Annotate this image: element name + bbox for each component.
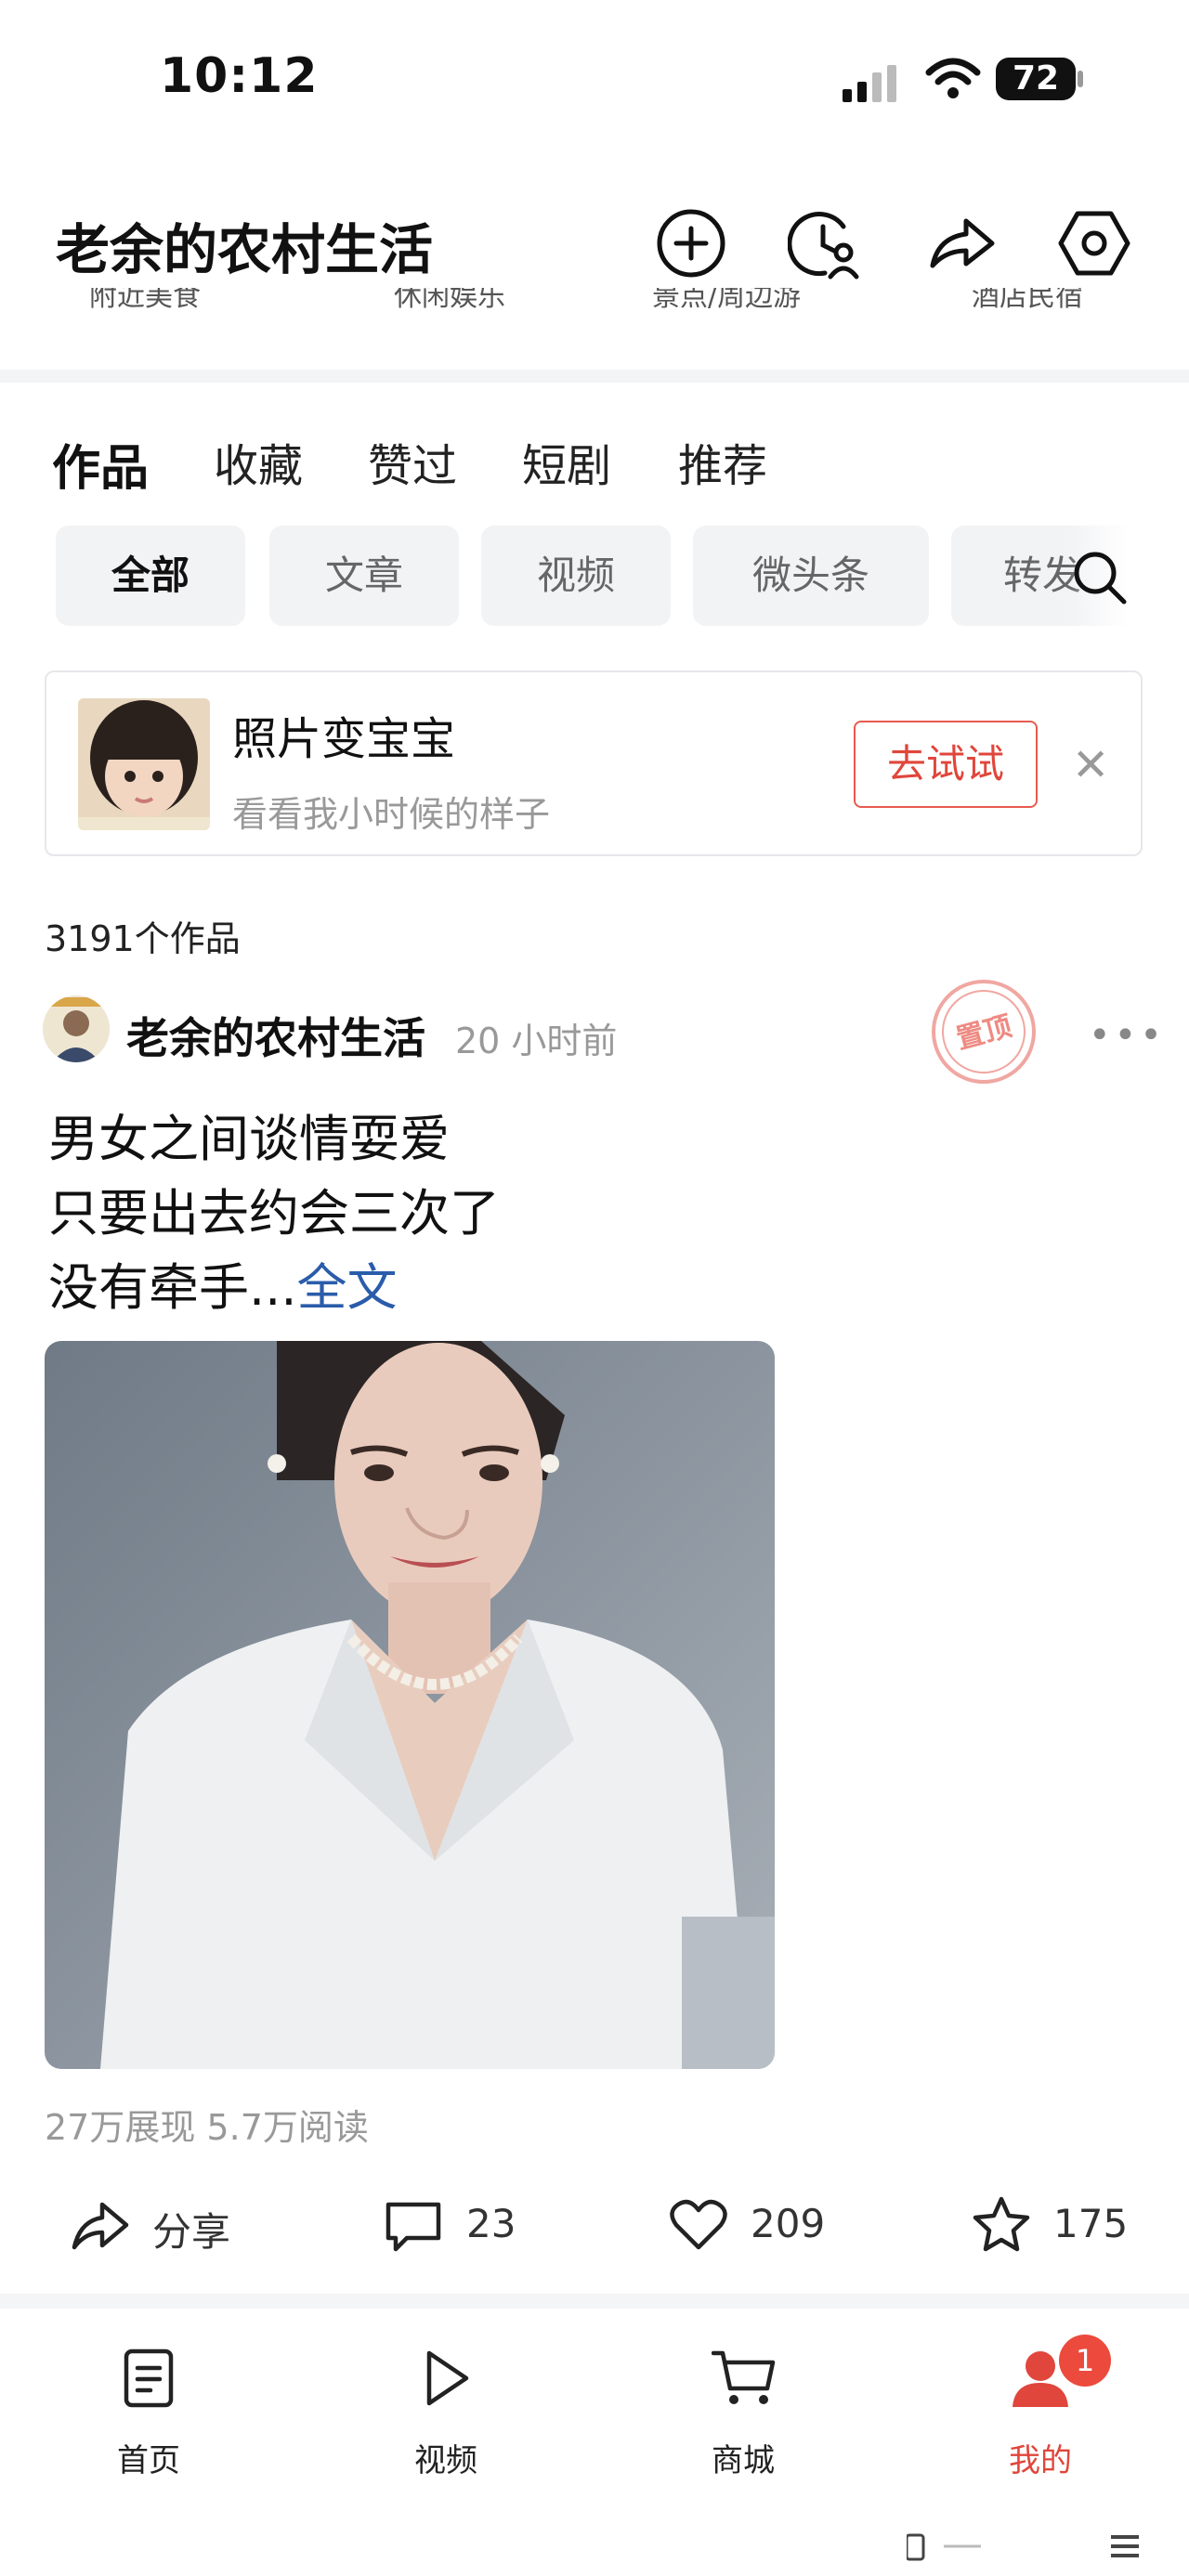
tab-recommend[interactable]: 推荐 (678, 429, 767, 494)
close-icon[interactable]: ✕ (1072, 739, 1109, 791)
author-name[interactable]: 老余的农村生活 (126, 1005, 425, 1066)
play-icon (426, 2350, 469, 2406)
more-icon[interactable]: ••• (1089, 1014, 1166, 1057)
category-item[interactable]: 酒店民宿 (972, 288, 1083, 314)
favorite-count: 175 (1053, 2201, 1129, 2246)
like-action[interactable]: 209 (669, 2192, 836, 2257)
like-count: 209 (751, 2201, 826, 2246)
category-item[interactable]: 景点/周边游 (652, 288, 801, 314)
pinned-stamp: 置顶 (929, 977, 1039, 1086)
category-strip: 附近美食 休闲娱乐 景点/周边游 酒店民宿 (0, 288, 1189, 325)
pinned-label: 置顶 (953, 1010, 1015, 1056)
heart-icon (670, 2199, 727, 2250)
home-doc-icon (124, 2348, 174, 2408)
promo-thumbnail (78, 698, 210, 830)
favorite-action[interactable]: 175 (972, 2192, 1139, 2257)
wifi-icon (925, 58, 981, 98)
cart-icon (712, 2350, 776, 2404)
browser-toolbar-icons (907, 2533, 1139, 2561)
battery-indicator: 72 (996, 58, 1076, 100)
tab-liked[interactable]: 赞过 (368, 429, 457, 494)
promo-title: 照片变宝宝 (232, 713, 456, 765)
tab-favorites[interactable]: 收藏 (214, 429, 303, 494)
signal-icon (843, 65, 896, 102)
status-time: 10:12 (160, 48, 319, 104)
post-line: 男女之间谈情耍爱 (48, 1110, 450, 1168)
works-count: 3191个作品 (45, 918, 241, 959)
share-icon[interactable] (925, 206, 1000, 280)
search-icon[interactable] (1070, 548, 1130, 607)
share-action[interactable]: 分享 (71, 2192, 256, 2257)
promo-subtitle: 看看我小时候的样子 (232, 794, 551, 835)
full-text-link[interactable]: 全文 (297, 1258, 398, 1317)
post-image[interactable] (45, 1341, 775, 2069)
post-time: 20 小时前 (455, 1021, 618, 1061)
page-title: 老余的农村生活 (56, 218, 434, 281)
tab-works[interactable]: 作品 (52, 429, 149, 499)
tab-short-drama[interactable]: 短剧 (522, 429, 611, 494)
try-button[interactable]: 去试试 (854, 721, 1038, 808)
add-icon[interactable] (654, 206, 728, 280)
star-icon (973, 2196, 1030, 2252)
share-label: 分享 (152, 2209, 231, 2255)
nav-home-label: 首页 (117, 2442, 180, 2479)
post-line: 只要出去约会三次了 (48, 1184, 500, 1242)
filter-videos[interactable]: 视频 (481, 526, 671, 626)
filter-all[interactable]: 全部 (56, 526, 245, 626)
battery-tip (1078, 71, 1083, 87)
notification-badge: 1 (1059, 2335, 1111, 2387)
comment-count: 23 (466, 2201, 516, 2246)
nav-mall-label: 商城 (712, 2442, 775, 2479)
divider (0, 370, 1189, 383)
nav-me-label: 我的 (1009, 2442, 1072, 2479)
share-icon (72, 2202, 129, 2250)
nav-video-label: 视频 (414, 2442, 477, 2479)
category-item[interactable]: 休闲娱乐 (394, 288, 505, 314)
post-stats: 27万展现 5.7万阅读 (45, 2107, 369, 2148)
post-line-text: 没有牵手... (48, 1258, 297, 1317)
divider (0, 2294, 1189, 2309)
settings-icon[interactable] (1057, 206, 1131, 280)
comment-action[interactable]: 23 (385, 2192, 533, 2257)
category-item[interactable]: 附近美食 (89, 288, 201, 314)
filter-micro-posts[interactable]: 微头条 (693, 526, 929, 626)
comment-icon (385, 2202, 441, 2252)
filter-articles[interactable]: 文章 (269, 526, 459, 626)
post-line-last: 没有牵手...全文 (48, 1246, 398, 1320)
history-user-icon[interactable] (788, 206, 862, 280)
author-avatar[interactable] (43, 995, 110, 1062)
